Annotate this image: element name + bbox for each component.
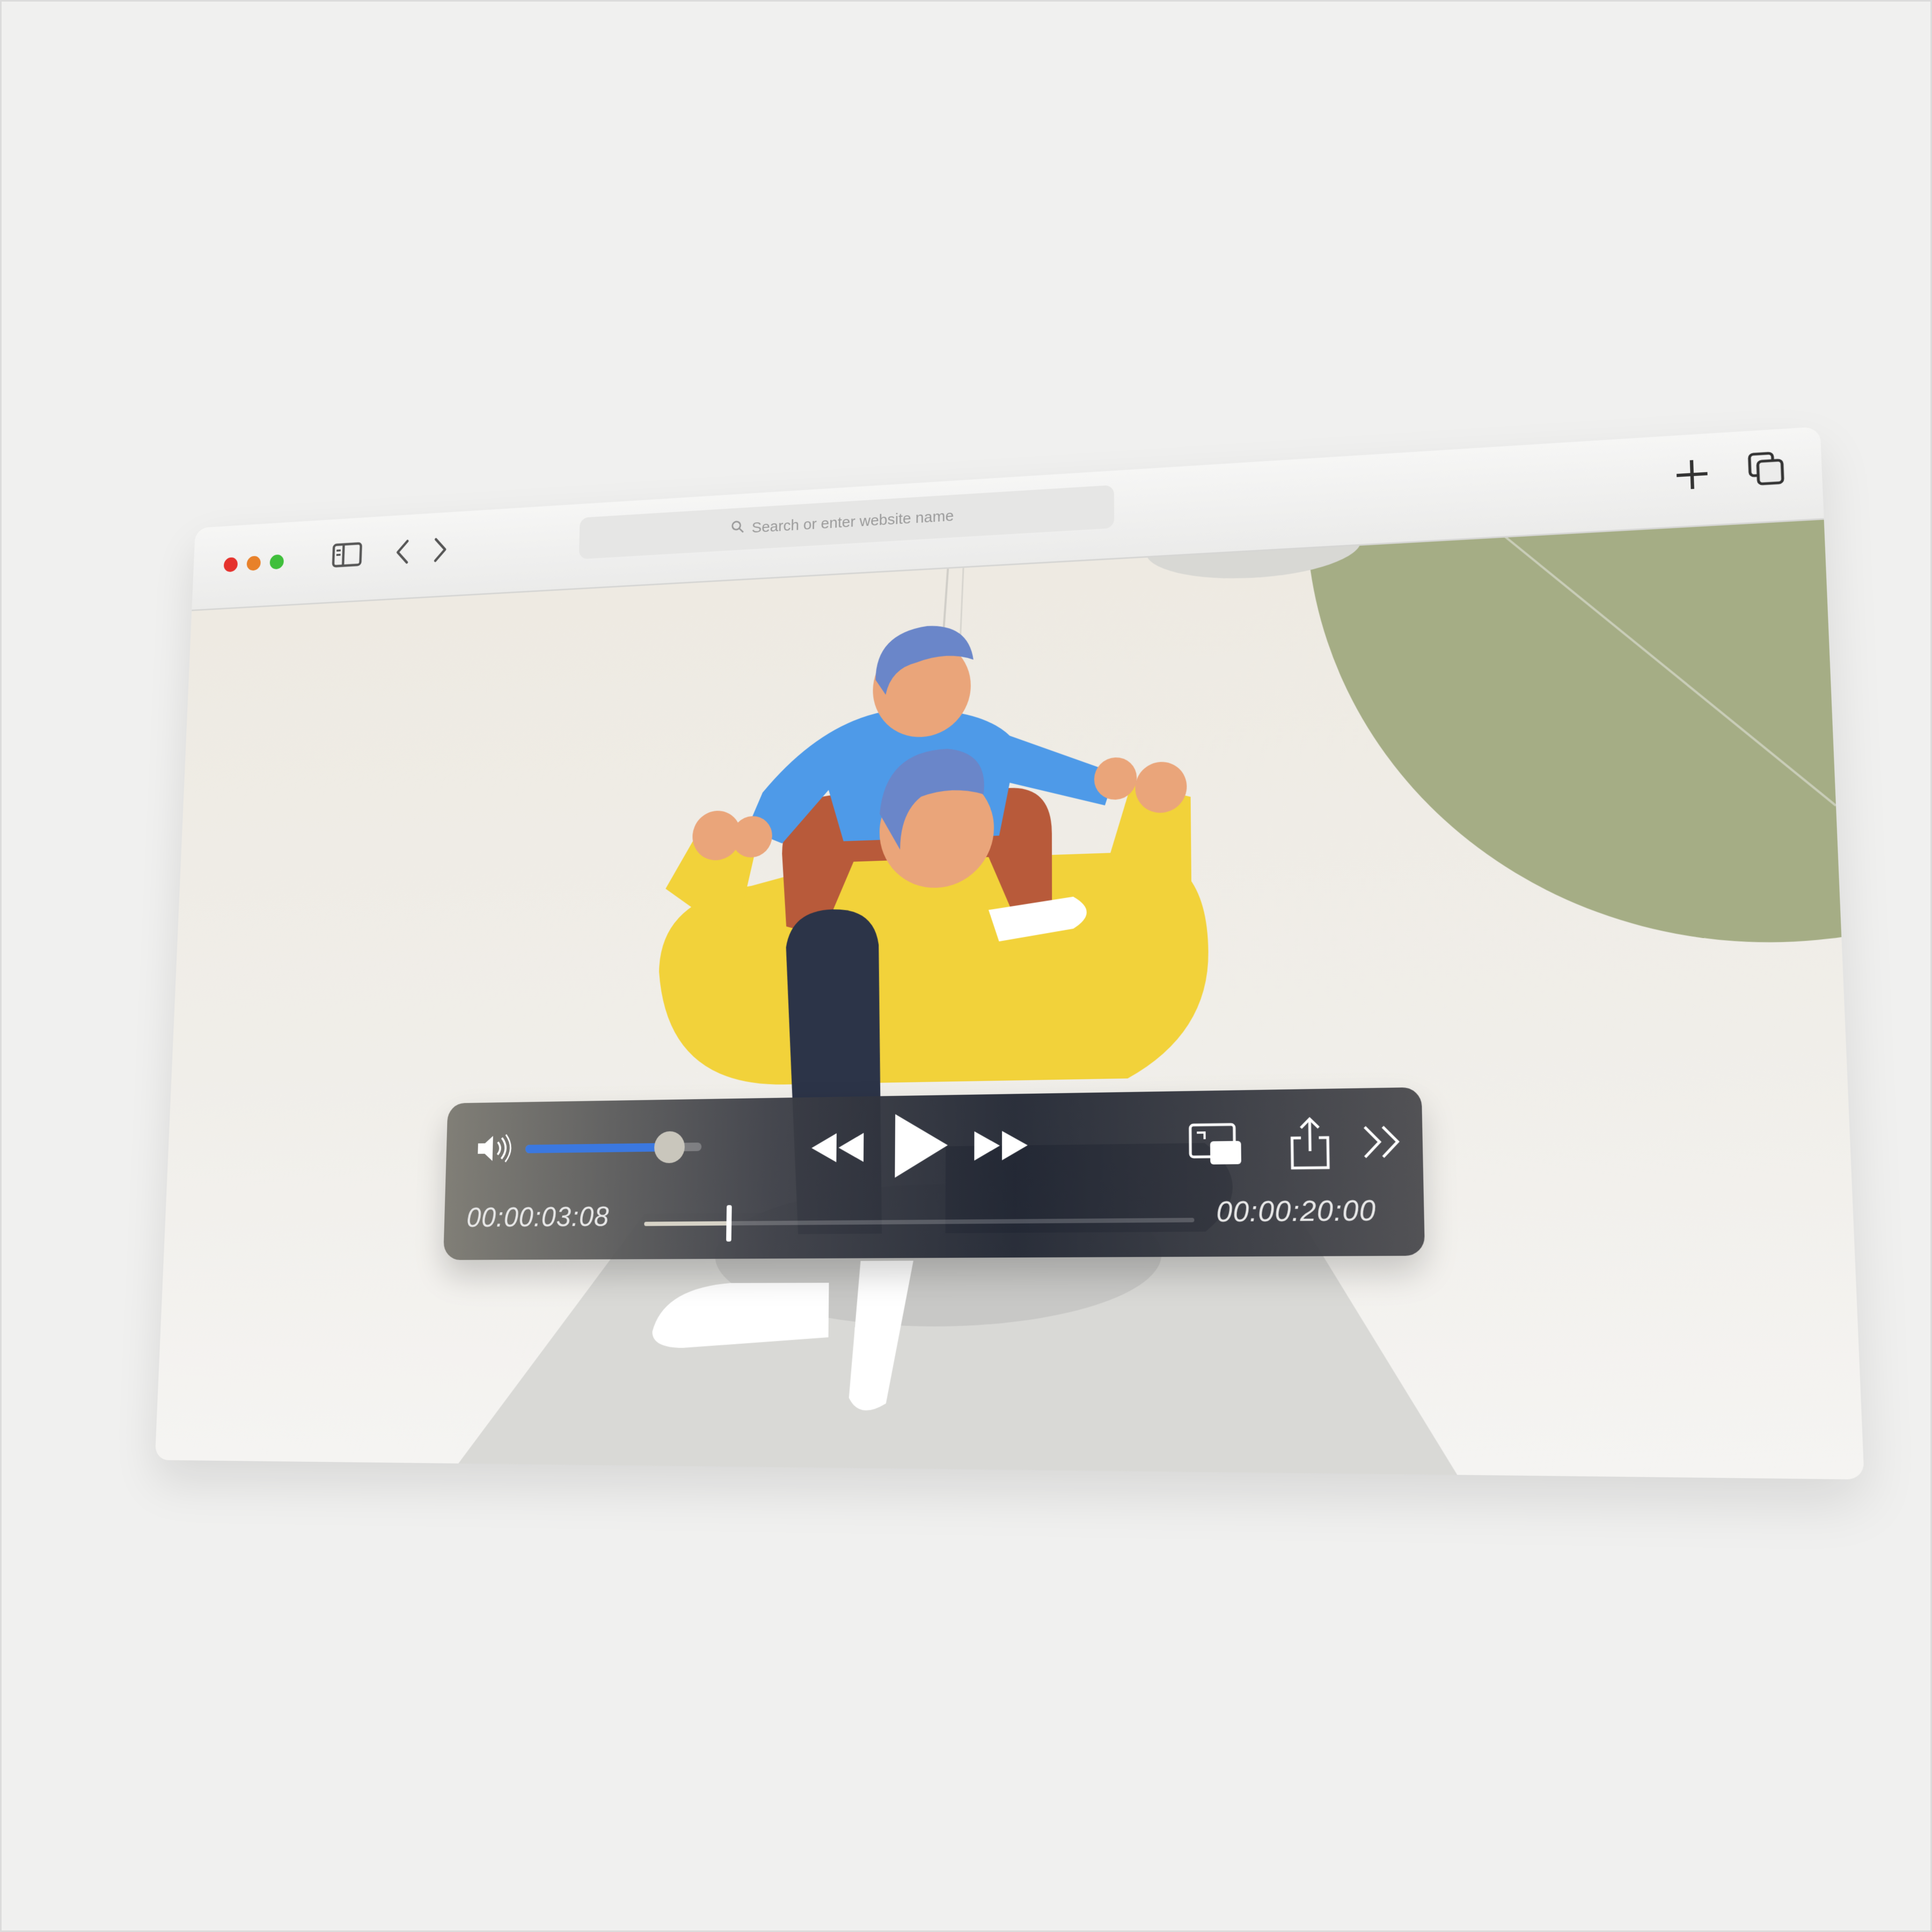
volume-slider[interactable] bbox=[525, 1143, 701, 1153]
new-tab-plus-icon[interactable] bbox=[1671, 455, 1713, 497]
address-bar[interactable]: Search or enter website name bbox=[579, 485, 1115, 559]
play-icon[interactable] bbox=[888, 1110, 952, 1183]
video-area[interactable]: 00:00:03:08 00:00:20:00 bbox=[155, 519, 1864, 1479]
minimize-button[interactable] bbox=[246, 555, 261, 570]
browser-window: Search or enter website name 00:00:03:08… bbox=[155, 427, 1864, 1480]
fast-forward-icon[interactable] bbox=[972, 1126, 1031, 1168]
tab-overview-icon[interactable] bbox=[1746, 449, 1788, 492]
video-frame-illustration bbox=[155, 519, 1864, 1479]
back-chevron-icon[interactable] bbox=[392, 537, 412, 569]
playback-scrubber[interactable] bbox=[644, 1218, 1194, 1226]
elapsed-time: 00:00:03:08 bbox=[466, 1201, 610, 1234]
address-placeholder: Search or enter website name bbox=[751, 508, 954, 537]
picture-in-picture-icon[interactable] bbox=[1188, 1122, 1244, 1170]
share-icon[interactable] bbox=[1287, 1115, 1333, 1174]
volume-fill bbox=[525, 1143, 670, 1153]
sidebar-icon[interactable] bbox=[332, 542, 363, 570]
more-chevrons-icon[interactable] bbox=[1360, 1122, 1406, 1165]
stage: Search or enter website name 00:00:03:08… bbox=[0, 0, 1932, 1932]
forward-chevron-icon[interactable] bbox=[430, 535, 450, 567]
rewind-icon[interactable] bbox=[809, 1129, 867, 1169]
video-controls-bar: 00:00:03:08 00:00:20:00 bbox=[443, 1087, 1425, 1260]
zoom-button[interactable] bbox=[269, 554, 284, 570]
volume-icon[interactable] bbox=[475, 1132, 516, 1167]
playback-progress-fill bbox=[644, 1221, 729, 1226]
total-duration: 00:00:20:00 bbox=[1216, 1194, 1377, 1229]
playhead-handle[interactable] bbox=[726, 1205, 732, 1241]
search-icon bbox=[730, 519, 744, 538]
close-button[interactable] bbox=[224, 557, 238, 572]
volume-knob[interactable] bbox=[654, 1131, 685, 1163]
